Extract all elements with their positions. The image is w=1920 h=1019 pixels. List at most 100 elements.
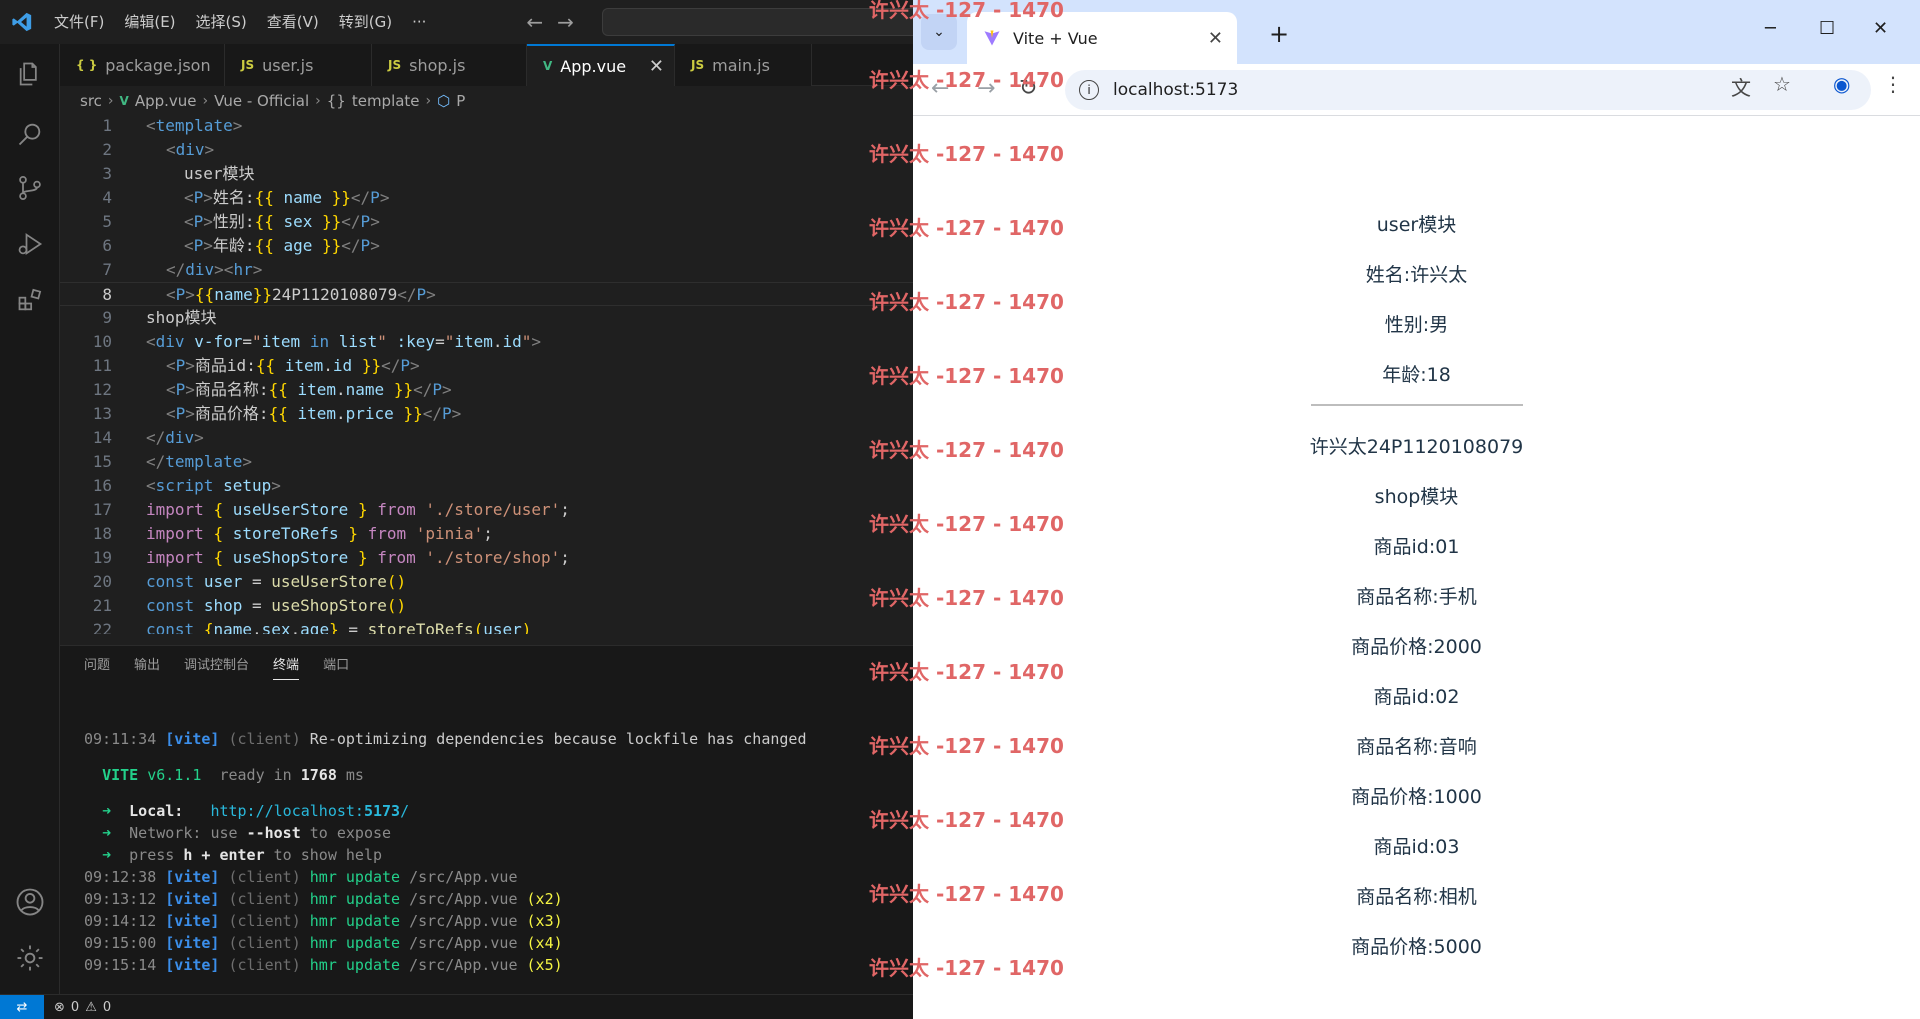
line-number: 17 [92,500,112,519]
search-icon[interactable] [14,118,46,150]
tab-app-vue[interactable]: V App.vue ✕ [527,44,675,86]
product-name: 商品名称:手机 [1356,586,1477,608]
tab-shop-js[interactable]: JS shop.js [372,44,527,86]
product-price: 商品价格:1000 [1351,786,1482,808]
menu-more[interactable]: ··· [402,0,436,44]
vscode-logo-icon [0,0,44,44]
tab-problems[interactable]: 问题 [72,646,122,686]
menu-edit[interactable]: 编辑(E) [114,0,185,44]
breadcrumb-item[interactable]: src [80,92,102,110]
code-line: 11 <P>商品id:{{ item.id }}</P> [60,354,913,378]
remote-indicator-icon[interactable]: ⇄ [0,994,44,1019]
back-arrow-icon[interactable]: ← [526,10,543,34]
chevron-right-icon: › [315,93,321,109]
forward-arrow-icon[interactable]: → [977,76,995,101]
tab-terminal[interactable]: 终端 [261,646,311,686]
close-tab-icon[interactable]: ✕ [1208,28,1223,49]
breadcrumb-item[interactable]: template [352,92,420,110]
line-number: 15 [92,452,112,471]
browser-tab[interactable]: Vite + Vue ✕ [967,12,1237,64]
user-sex: 性别:男 [1384,314,1449,336]
breadcrumb-item[interactable]: P [456,92,465,110]
tab-label: user.js [262,55,314,75]
status-bar: ⇄ ⊗ 0 ⚠ 0 [0,994,913,1019]
line-number: 19 [92,548,112,567]
maximize-icon[interactable]: ☐ [1819,18,1835,39]
horizontal-divider [1311,404,1523,406]
shop-module-title: shop模块 [1374,486,1459,508]
window-close-icon[interactable]: ✕ [1873,18,1888,39]
element-icon: ⬡ [437,92,451,110]
line-number: 10 [92,332,112,351]
code-editor[interactable]: 1 <template> 2 <div> 3 user模块 4 <P>姓名:{{ nam… [60,114,913,634]
site-info-icon[interactable]: i [1079,80,1099,100]
line-number: 4 [102,188,112,207]
vscode-window: 文件(F) 编辑(E) 选择(S) 查看(V) 转到(G) ··· ← → {… [0,0,913,1019]
code-line: 18 import { storeToRefs } from 'pinia'; [60,522,913,546]
code-line: 5 <P>性别:{{ sex }}</P> [60,210,913,234]
panel-tabs: 问题 输出 调试控制台 终端 端口 [60,646,913,686]
close-tab-icon[interactable]: ✕ [649,56,664,77]
breadcrumb-item[interactable]: App.vue [135,92,197,110]
product-price: 商品价格:2000 [1351,636,1482,658]
line-number: 22 [92,620,112,634]
new-tab-plus-icon[interactable]: + [1269,20,1289,48]
tab-search-chevron-icon[interactable]: ⌄ [921,14,957,50]
minimize-icon[interactable]: ─ [1765,18,1776,39]
terminal-line: ➜ Network: use --host to expose [102,824,392,842]
settings-gear-icon[interactable] [14,942,46,974]
chrome-window: ⌄ Vite + Vue ✕ + ─ ☐ ✕ ← → ↻ i localhost… [913,0,1920,1019]
extensions-icon[interactable] [14,284,46,316]
bookmark-star-icon[interactable]: ☆ [1773,72,1791,96]
breadcrumb-item[interactable]: Vue - Official [214,92,309,110]
account-icon[interactable] [14,886,46,918]
code-line: 13 <P>商品价格:{{ item.price }}</P> [60,402,913,426]
explorer-icon[interactable] [14,58,46,90]
command-center-search[interactable] [602,8,913,36]
terminal-line: 09:15:14 [vite] (client) hmr update /src… [84,956,563,974]
tab-debug-console[interactable]: 调试控制台 [172,646,261,686]
line-number: 6 [102,236,112,255]
terminal-line: 09:11:34 [vite] (client) Re-optimizing d… [84,730,807,748]
line-number: 3 [102,164,112,183]
tab-output[interactable]: 输出 [122,646,172,686]
bottom-panel: 问题 输出 调试控制台 终端 端口 09:11:34 [vite] (clien… [60,645,913,994]
tab-package-json[interactable]: { } package.json [60,44,225,86]
menu-go[interactable]: 转到(G) [329,0,402,44]
code-line: 15 </template> [60,450,913,474]
code-line: 16 <script setup> [60,474,913,498]
vue-file-icon: V [119,94,129,108]
code-line: 3 user模块 [60,162,913,186]
warning-icon: ⚠ [85,999,97,1015]
tab-user-js[interactable]: JS user.js [225,44,372,86]
translate-icon[interactable]: 文 [1731,72,1751,101]
js-file-icon: JS [241,58,255,72]
user-age: 年龄:18 [1382,364,1451,386]
local-url-link[interactable]: http://localhost:5173/ [210,802,409,820]
profile-avatar-icon[interactable]: ◉ [1833,72,1850,96]
product-price: 商品价格:5000 [1351,936,1482,958]
reload-icon[interactable]: ↻ [1019,76,1037,101]
source-control-icon[interactable] [14,172,46,204]
user-name: 姓名:许兴太 [1365,264,1468,286]
menu-view[interactable]: 查看(V) [257,0,329,44]
tab-main-js[interactable]: JS main.js [675,44,812,86]
tab-label: shop.js [409,55,466,75]
braces-icon: {} [326,92,346,110]
product-name: 商品名称:相机 [1356,886,1477,908]
problems-status[interactable]: ⊗ 0 ⚠ 0 [54,1000,111,1015]
terminal-line: VITE v6.1.1 ready in 1768 ms [102,766,364,784]
product-id: 商品id:01 [1373,536,1460,558]
browser-tab-title: Vite + Vue [1013,28,1098,48]
product-id: 商品id:03 [1373,836,1460,858]
forward-arrow-icon[interactable]: → [557,10,574,34]
product-id: 商品id:02 [1373,686,1460,708]
run-debug-icon[interactable] [14,228,46,260]
tab-ports[interactable]: 端口 [311,646,361,686]
menu-selection[interactable]: 选择(S) [186,0,257,44]
terminal-line: 09:14:12 [vite] (client) hmr update /src… [84,912,563,930]
back-arrow-icon[interactable]: ← [931,76,949,101]
more-menu-icon[interactable]: ⋮ [1883,72,1903,96]
menu-file[interactable]: 文件(F) [44,0,114,44]
js-file-icon: JS [388,58,402,72]
